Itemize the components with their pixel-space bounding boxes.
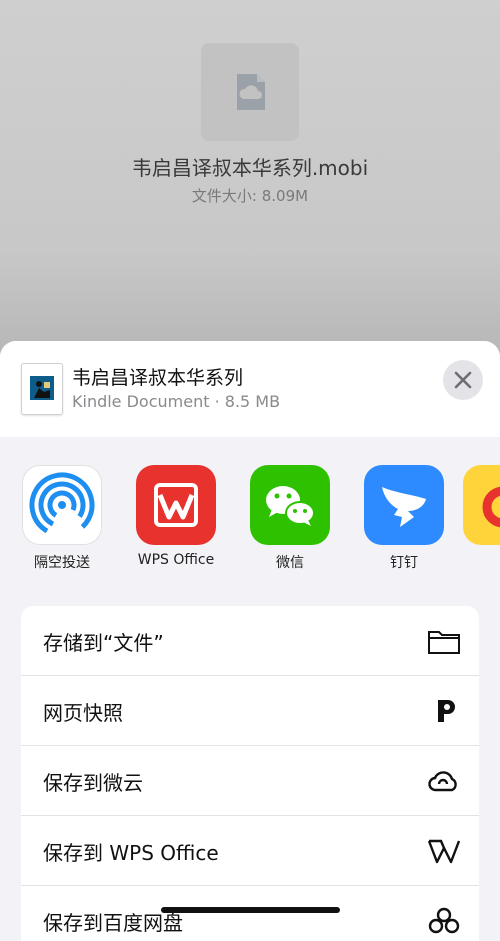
- folder-icon: [428, 631, 460, 654]
- wps-icon: [136, 465, 216, 545]
- wps-w-icon: [427, 839, 461, 864]
- action-label: 网页快照: [43, 701, 123, 725]
- kindle-reader-icon: [30, 376, 54, 400]
- file-name: 韦启昌译叔本华系列.mobi: [131, 156, 369, 180]
- partial-app-icon: [463, 465, 500, 545]
- share-sheet: 韦启昌译叔本华系列 Kindle Document · 8.5 MB 隔空投送: [0, 341, 500, 941]
- baidu-icon: [428, 907, 460, 934]
- app-dingtalk[interactable]: 钉钉: [349, 465, 459, 572]
- app-wechat[interactable]: 微信: [235, 465, 345, 572]
- document-thumbnail: [21, 363, 63, 415]
- p-icon: [438, 700, 455, 722]
- action-label: 保存到微云: [43, 771, 143, 795]
- cloud-icon: [428, 771, 457, 792]
- action-web-snapshot[interactable]: 网页快照: [21, 676, 479, 746]
- dingtalk-icon: [364, 465, 444, 545]
- app-wps[interactable]: WPS Office: [121, 465, 231, 568]
- app-airdrop[interactable]: 隔空投送: [7, 465, 117, 572]
- action-save-wps[interactable]: 保存到 WPS Office: [21, 816, 479, 886]
- app-label: 隔空投送: [34, 555, 90, 571]
- action-save-weiyun[interactable]: 保存到微云: [21, 746, 479, 816]
- action-save-to-files[interactable]: 存储到“文件”: [21, 606, 479, 676]
- close-button[interactable]: [443, 360, 483, 400]
- app-label: 微信: [276, 555, 304, 571]
- airdrop-icon: [22, 465, 102, 545]
- file-size: 文件大小: 8.09M: [191, 187, 309, 205]
- sheet-title: 韦启昌译叔本华系列: [72, 367, 244, 389]
- home-indicator[interactable]: [161, 907, 340, 913]
- action-save-baidu[interactable]: 保存到百度网盘: [21, 886, 479, 941]
- sheet-subtitle: Kindle Document · 8.5 MB: [72, 392, 281, 411]
- wechat-icon: [250, 465, 330, 545]
- action-label: 保存到 WPS Office: [43, 841, 219, 865]
- app-label: WPS Office: [137, 552, 215, 568]
- file-thumbnail: [201, 43, 299, 141]
- action-label: 存储到“文件”: [43, 631, 164, 655]
- app-partial[interactable]: [463, 465, 500, 545]
- close-icon: [454, 371, 472, 389]
- share-sheet-header: 韦启昌译叔本华系列 Kindle Document · 8.5 MB: [0, 341, 500, 438]
- action-list: 存储到“文件” 网页快照 保存到微云 保存到 WPS Office 保存到百度网…: [21, 606, 479, 941]
- app-row: 隔空投送 WPS Office 微信 钉钉: [0, 437, 500, 597]
- app-label: 钉钉: [390, 555, 418, 571]
- cloud-file-icon: [237, 74, 265, 110]
